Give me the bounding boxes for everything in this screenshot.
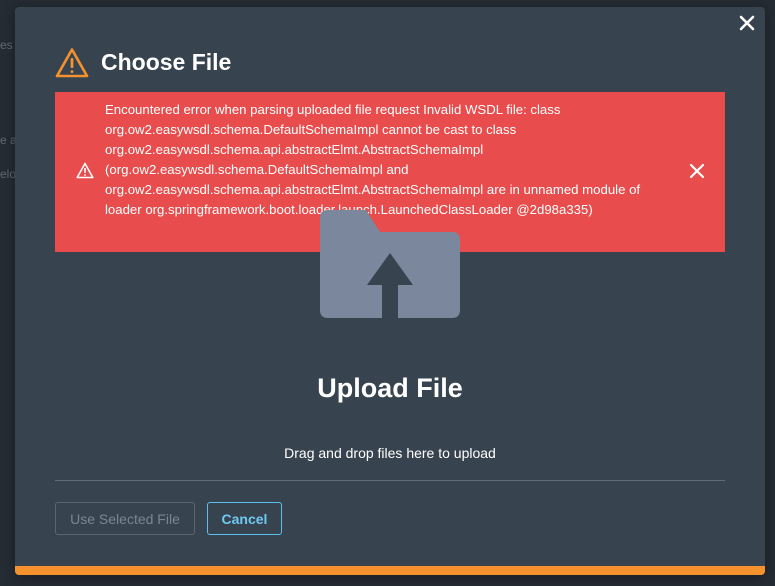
dismiss-error-button[interactable]: [688, 162, 706, 180]
error-message: Encountered error when parsing uploaded …: [105, 102, 641, 217]
upload-title: Upload File: [317, 373, 463, 403]
choose-file-dialog: Choose File Encountered error when parsi…: [15, 7, 765, 575]
close-dialog-button[interactable]: [736, 12, 758, 34]
warning-accent-bar: [15, 566, 765, 575]
close-icon: [689, 163, 705, 179]
divider: [55, 480, 725, 481]
warning-triangle-icon: [76, 162, 94, 179]
cancel-button[interactable]: Cancel: [207, 502, 282, 535]
dialog-title: Choose File: [101, 49, 232, 75]
dialog-header: Choose File: [55, 47, 231, 78]
warning-triangle-icon: [55, 48, 89, 78]
close-icon: [739, 15, 755, 31]
drop-zone-hint[interactable]: Drag and drop files here to upload: [15, 445, 765, 461]
folder-upload-icon: [320, 210, 460, 318]
use-selected-file-button[interactable]: Use Selected File: [55, 502, 195, 535]
